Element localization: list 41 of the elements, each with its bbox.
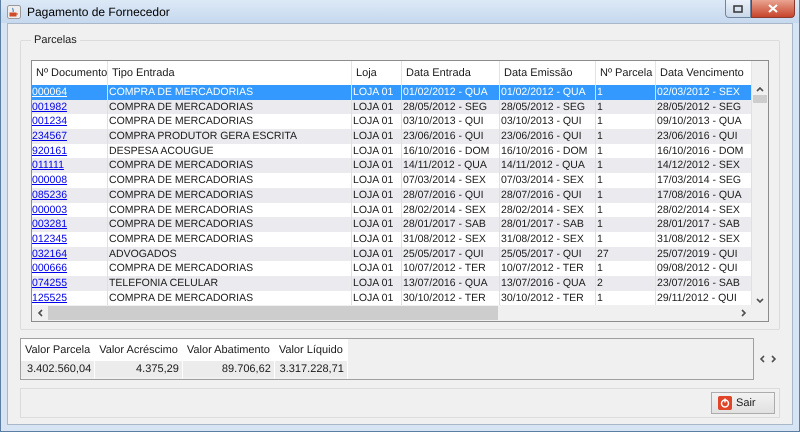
total-label: Valor Acréscimo <box>95 339 182 361</box>
table-row[interactable]: 001982 COMPRA DE MERCADORIAS LOJA 01 28/05/2012 - SEG 28/05/2012 - SEG 1 28/05/2012 - SEG <box>32 100 752 114</box>
scroll-left-icon[interactable] <box>36 309 44 318</box>
scroll-up-icon[interactable] <box>756 85 764 93</box>
table-row[interactable]: 074255 TELEFONIA CELULAR LOJA 01 13/07/2016 - QUA 13/07/2016 - QUA 2 23/07/2016 - SAB <box>32 276 752 291</box>
table-row[interactable]: 000003 COMPRA DE MERCADORIAS LOJA 01 28/02/2014 - SEX 28/02/2014 - SEX 1 28/02/2014 - SEX <box>32 202 752 218</box>
group-title: Parcelas <box>33 34 78 46</box>
table-row[interactable]: 003281 COMPRA DE MERCADORIAS LOJA 01 28/01/2017 - SAB 28/01/2017 - SAB 1 28/01/2017 - SAB <box>32 217 752 232</box>
total-label: Valor Abatimento <box>182 339 274 361</box>
scroll-down-icon[interactable] <box>756 297 764 306</box>
next-icon[interactable] <box>770 355 778 363</box>
table-row[interactable]: 012345 COMPRA DE MERCADORIAS LOJA 01 31/08/2012 - SEX 31/08/2012 - SEX 1 31/08/2012 - SEX <box>32 232 752 247</box>
table-row[interactable]: 011111 COMPRA DE MERCADORIAS LOJA 01 14/11/2012 - QUA 14/11/2012 - QUA 1 14/12/2012 - SEX <box>32 158 752 174</box>
table-row[interactable]: 000008 COMPRA DE MERCADORIAS LOJA 01 07/03/2014 - SEX 07/03/2014 - SEX 1 17/03/2014 - SEG <box>32 173 752 188</box>
total-value: 3.402.560,04 <box>21 361 94 377</box>
total-label: Valor Parcela <box>21 339 94 361</box>
table-row[interactable]: 001234 COMPRA DE MERCADORIAS LOJA 01 03/10/2013 - QUI 03/10/2013 - QUI 1 09/10/2013 - QUA <box>32 114 752 130</box>
total-value: 4.375,29 <box>95 361 182 377</box>
exit-button[interactable]: Sair <box>711 392 775 414</box>
table-row[interactable]: 920161 DESPESA ACOUGUE LOJA 01 16/10/2016 - DOM 16/10/2016 - DOM 1 16/10/2016 - DOM <box>32 144 752 158</box>
window-title: Pagamento de Fornecedor <box>27 4 171 18</box>
power-icon <box>718 396 732 410</box>
table-row[interactable]: 125525 COMPRA DE MERCADORIAS LOJA 01 30/10/2012 - TER 30/10/2012 - TER 1 29/11/2012 - QUI <box>32 290 752 306</box>
total-value: 89.706,62 <box>182 361 274 377</box>
vertical-scrollbar[interactable] <box>752 61 768 306</box>
horizontal-scrollbar[interactable] <box>32 305 752 322</box>
table-row[interactable]: 032164 ADVOGADOS LOJA 01 25/05/2017 - QUI 25/05/2017 - QUI 27 25/07/2019 - QUI <box>32 246 752 262</box>
scrollbar-thumb[interactable] <box>48 306 498 320</box>
total-value: 3.317.228,71 <box>274 361 347 377</box>
total-label: Valor Líquido <box>274 339 347 361</box>
scroll-right-icon[interactable] <box>740 309 748 318</box>
table-row[interactable]: 000666 COMPRA DE MERCADORIAS LOJA 01 10/07/2012 - TER 10/07/2012 - TER 1 09/08/2012 - QUI <box>32 261 752 276</box>
restore-button[interactable] <box>725 0 751 18</box>
restore-icon <box>733 4 743 12</box>
previous-icon[interactable] <box>758 355 766 363</box>
scrollbar-thumb[interactable] <box>753 95 767 103</box>
table-row[interactable]: 234567 COMPRA PRODUTOR GERA ESCRITA LOJA 01 23/06/2016 - QUI 23/06/2016 - QUI 1 23/06/2016 - QUI <box>32 129 752 144</box>
table-row[interactable]: 085236 COMPRA DE MERCADORIAS LOJA 01 28/07/2016 - QUI 28/07/2016 - QUI 1 17/08/2016 - QUA <box>32 188 752 202</box>
close-button[interactable] <box>751 0 795 18</box>
close-icon <box>768 4 778 13</box>
java-cup-icon <box>7 4 21 18</box>
